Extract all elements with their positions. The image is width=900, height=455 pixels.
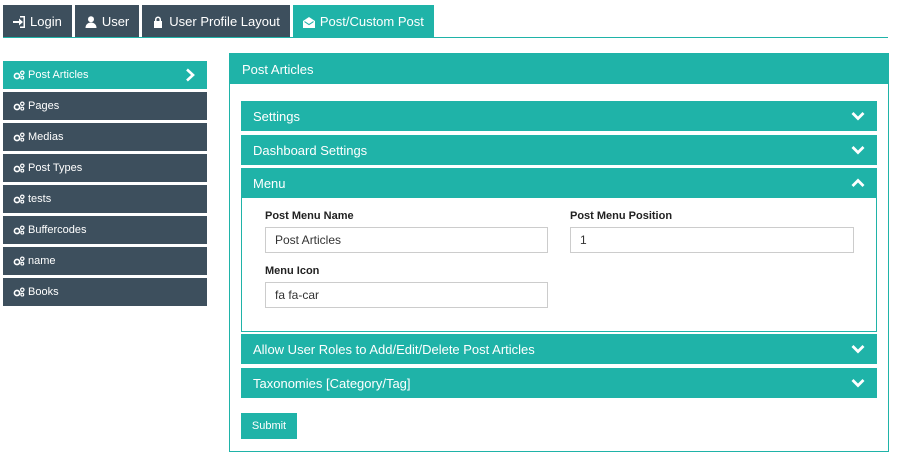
chevron-down-icon — [851, 112, 865, 121]
chevron-up-icon — [851, 178, 865, 187]
sidebar-item-label: Post Types — [28, 162, 83, 174]
chevron-down-icon — [851, 379, 865, 388]
sidebar-item-label: tests — [28, 193, 52, 205]
tab-post-custom-post-label: Post/Custom Post — [319, 14, 424, 29]
sidebar-item-post-articles[interactable]: Post Articles — [3, 61, 207, 89]
accordion-menu[interactable]: Menu — [241, 168, 877, 198]
accordion-settings-label: Settings — [253, 108, 300, 124]
sidebar-item-label: Books — [28, 286, 59, 298]
accordion-dashboard-settings[interactable]: Dashboard Settings — [241, 135, 877, 165]
sidebar-item-label: Pages — [28, 100, 60, 112]
sign-in-icon — [13, 15, 25, 28]
post-menu-name-label: Post Menu Name — [265, 210, 354, 222]
envelope-open-icon — [302, 16, 315, 28]
chevron-down-icon — [851, 146, 865, 155]
accordion-user-roles-label: Allow User Roles to Add/Edit/Delete Post… — [253, 341, 535, 357]
sidebar-item-medias[interactable]: Medias — [3, 123, 207, 151]
accordion-taxonomies[interactable]: Taxonomies [Category/Tag] — [241, 368, 877, 398]
gears-icon — [13, 287, 25, 297]
user-icon — [85, 15, 97, 28]
accordion-settings[interactable]: Settings — [241, 101, 877, 131]
post-articles-panel: Post Articles Settings Dashboard Setting… — [229, 53, 889, 452]
menu-icon-label: Menu Icon — [265, 265, 320, 277]
tab-login[interactable]: Login — [3, 5, 72, 38]
sidebar: Post Articles Pages Medias Post Types te… — [3, 61, 207, 309]
accordion-dashboard-settings-label: Dashboard Settings — [253, 142, 368, 158]
gears-icon — [13, 163, 25, 173]
sidebar-item-label: Post Articles — [28, 69, 89, 81]
sidebar-item-label: name — [28, 255, 56, 267]
accordion-taxonomies-label: Taxonomies [Category/Tag] — [253, 375, 411, 391]
tab-underline — [3, 37, 888, 38]
sidebar-item-tests[interactable]: tests — [3, 185, 207, 213]
tab-user-profile-layout-label: User Profile Layout — [169, 14, 280, 29]
sidebar-item-buffercodes[interactable]: Buffercodes — [3, 216, 207, 244]
tab-login-label: Login — [30, 14, 62, 29]
menu-icon-input[interactable] — [265, 282, 548, 308]
gears-icon — [13, 256, 25, 266]
menu-section-body: Post Menu Name Post Menu Position Menu I… — [241, 198, 877, 332]
sidebar-item-label: Buffercodes — [28, 224, 87, 236]
post-menu-position-label: Post Menu Position — [570, 210, 673, 222]
gears-icon — [13, 132, 25, 142]
post-menu-position-input[interactable] — [570, 227, 854, 253]
tab-user-profile-layout[interactable]: User Profile Layout — [142, 5, 290, 38]
gears-icon — [13, 194, 25, 204]
chevron-right-icon — [186, 68, 195, 82]
accordion-user-roles[interactable]: Allow User Roles to Add/Edit/Delete Post… — [241, 334, 877, 364]
accordion-menu-label: Menu — [253, 175, 286, 191]
top-tabs: Login User User Profile Layout Post/Cust… — [3, 5, 437, 38]
submit-button[interactable]: Submit — [241, 413, 297, 439]
gears-icon — [13, 70, 25, 80]
sidebar-item-label: Medias — [28, 131, 64, 143]
sidebar-item-pages[interactable]: Pages — [3, 92, 207, 120]
chevron-down-icon — [851, 345, 865, 354]
tab-user[interactable]: User — [74, 5, 140, 38]
panel-title: Post Articles — [230, 54, 888, 84]
gears-icon — [13, 225, 25, 235]
tab-user-label: User — [101, 14, 130, 29]
post-menu-name-input[interactable] — [265, 227, 548, 253]
sidebar-item-post-types[interactable]: Post Types — [3, 154, 207, 182]
sidebar-item-books[interactable]: Books — [3, 278, 207, 306]
gears-icon — [13, 101, 25, 111]
sidebar-item-name[interactable]: name — [3, 247, 207, 275]
lock-icon — [154, 16, 163, 28]
tab-post-custom-post[interactable]: Post/Custom Post — [292, 5, 434, 38]
